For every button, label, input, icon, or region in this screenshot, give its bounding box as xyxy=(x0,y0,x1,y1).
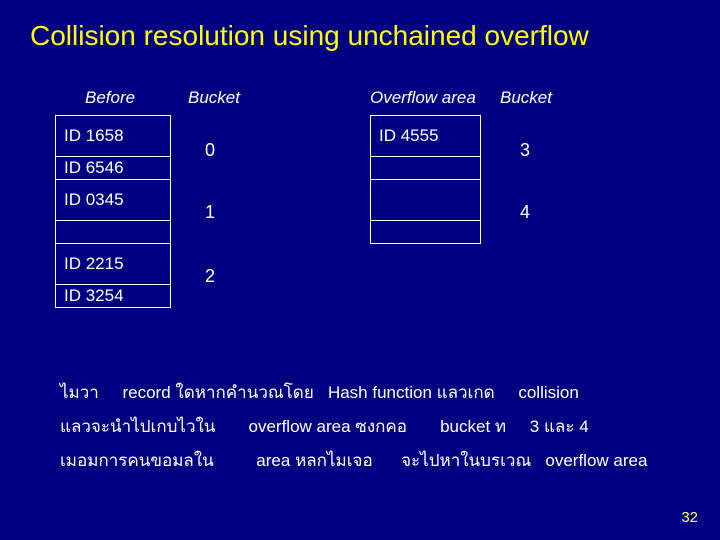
description-paragraph: ไมวา record ใดหากคำนวณโดย Hash function … xyxy=(60,378,680,480)
txt: และ xyxy=(544,417,575,436)
txt: 3 xyxy=(530,417,539,436)
cell-ov-empty2 xyxy=(371,180,481,221)
cell-id-1658: ID 1658 xyxy=(56,116,171,157)
txt: แลวจะนำไปเกบไวใน xyxy=(60,417,215,436)
txt: แลวเกด xyxy=(437,383,495,402)
page-number: 32 xyxy=(681,509,698,526)
txt: area xyxy=(256,451,290,470)
txt: ซงกคอ xyxy=(355,417,407,436)
txt: collision xyxy=(518,383,578,402)
page-title: Collision resolution using unchained ove… xyxy=(30,20,589,52)
cell-id-3254: ID 3254 xyxy=(56,285,171,308)
cell-ov-empty3 xyxy=(371,221,481,244)
txt: Hash function xyxy=(328,383,432,402)
bucket-num-4: 4 xyxy=(520,202,530,223)
label-bucket-right: Bucket xyxy=(500,88,552,108)
label-bucket-left: Bucket xyxy=(188,88,240,108)
txt: เมอมการคนขอมลใน xyxy=(60,451,214,470)
txt: หลกไมเจอ xyxy=(295,451,373,470)
txt: ท xyxy=(495,417,506,436)
txt: 4 xyxy=(579,417,588,436)
overflow-table: ID 4555 xyxy=(370,115,481,244)
txt: ไมวา xyxy=(60,383,99,402)
label-before: Before xyxy=(85,88,135,108)
cell-empty xyxy=(56,221,171,244)
bucket-num-2: 2 xyxy=(205,266,215,287)
txt: record xyxy=(122,383,170,402)
cell-id-0345: ID 0345 xyxy=(56,180,171,221)
bucket-num-0: 0 xyxy=(205,140,215,161)
txt: bucket xyxy=(440,417,490,436)
txt: overflow area xyxy=(545,451,647,470)
bucket-num-3: 3 xyxy=(520,140,530,161)
cell-id-2215: ID 2215 xyxy=(56,244,171,285)
label-overflow: Overflow area xyxy=(370,88,476,108)
cell-id-4555: ID 4555 xyxy=(371,116,481,157)
before-table: ID 1658 ID 6546 ID 0345 ID 2215 ID 3254 xyxy=(55,115,171,308)
txt: ใดหากคำนวณโดย xyxy=(175,383,313,402)
txt: จะไปหาในบรเวณ xyxy=(401,451,531,470)
txt: overflow area xyxy=(249,417,351,436)
cell-id-6546: ID 6546 xyxy=(56,157,171,180)
bucket-num-1: 1 xyxy=(205,202,215,223)
cell-ov-empty1 xyxy=(371,157,481,180)
